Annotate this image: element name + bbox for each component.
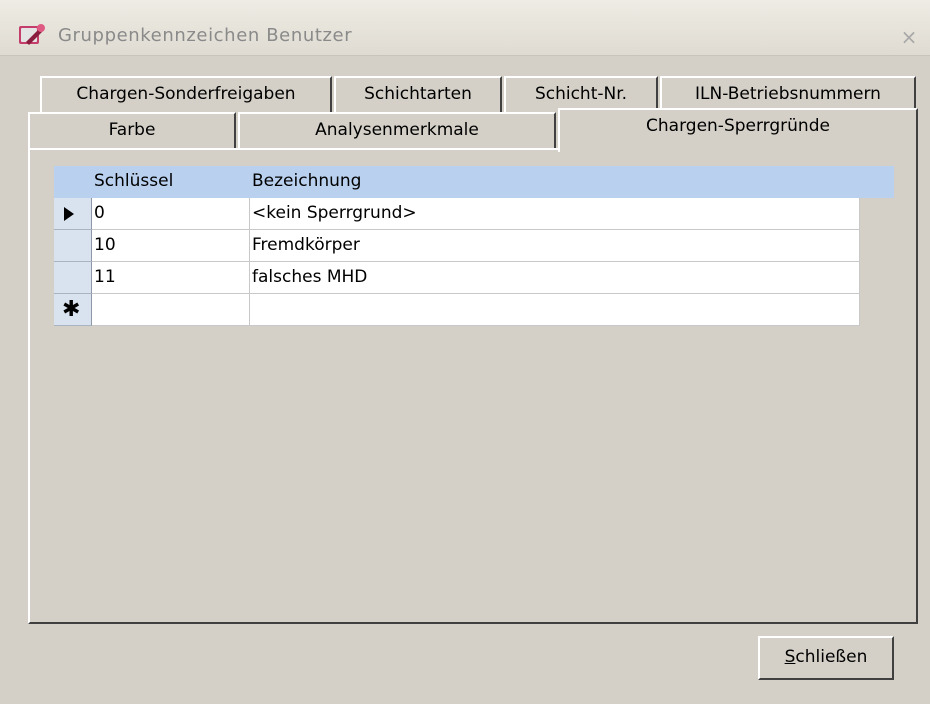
row-selector[interactable]: ✱	[54, 294, 92, 326]
column-header-filler	[860, 166, 894, 198]
close-button[interactable]: Schließen	[758, 636, 894, 680]
table-row: 11 falsches MHD	[54, 262, 894, 294]
cell-schluessel[interactable]: 0	[92, 198, 250, 230]
tab-schichtarten[interactable]: Schichtarten	[334, 76, 502, 112]
cell-schluessel-new[interactable]	[92, 294, 250, 326]
new-record-star-icon: ✱	[62, 297, 81, 322]
row-selector[interactable]	[54, 230, 92, 262]
table-row: 0 <kein Sperrgrund>	[54, 198, 894, 230]
dialog-window: Gruppenkennzeichen Benutzer × Chargen-So…	[0, 0, 930, 704]
tab-label: Schichtarten	[364, 84, 472, 104]
tab-chargen-sperrgruende[interactable]: Chargen-Sperrgründe	[558, 108, 918, 152]
tab-schicht-nr[interactable]: Schicht-Nr.	[504, 76, 658, 112]
row-selector[interactable]	[54, 198, 92, 230]
cell-bezeichnung-new[interactable]	[250, 294, 860, 326]
title-bar[interactable]: Gruppenkennzeichen Benutzer ×	[0, 0, 930, 56]
datasheet-grid: Schlüssel Bezeichnung 0 <kein Sperrgrund…	[54, 166, 894, 326]
cell-bezeichnung[interactable]: <kein Sperrgrund>	[250, 198, 860, 230]
close-icon[interactable]: ×	[898, 26, 920, 48]
close-button-label: chließen	[795, 647, 868, 667]
select-all-corner[interactable]	[54, 166, 92, 198]
current-row-arrow-icon	[64, 207, 74, 221]
close-button-accelerator: S	[784, 647, 796, 667]
tab-label: Schicht-Nr.	[534, 84, 628, 104]
cell-bezeichnung[interactable]: Fremdkörper	[250, 230, 860, 262]
tab-label: Chargen-Sperrgründe	[646, 116, 830, 136]
tab-label: Chargen-Sonderfreigaben	[76, 84, 296, 104]
grid-header-row: Schlüssel Bezeichnung	[54, 166, 894, 198]
tab-label: Analysenmerkmale	[315, 120, 479, 140]
cell-schluessel[interactable]: 11	[92, 262, 250, 294]
tab-analysenmerkmale[interactable]: Analysenmerkmale	[238, 112, 556, 148]
wrench-key-icon	[19, 24, 45, 45]
cell-bezeichnung[interactable]: falsches MHD	[250, 262, 860, 294]
row-selector[interactable]	[54, 262, 92, 294]
tab-label: ILN-Betriebsnummern	[695, 84, 881, 104]
column-header-bezeichnung[interactable]: Bezeichnung	[250, 166, 860, 198]
tab-chargen-sonderfreigaben[interactable]: Chargen-Sonderfreigaben	[40, 76, 332, 112]
tab-farbe[interactable]: Farbe	[28, 112, 236, 148]
window-title: Gruppenkennzeichen Benutzer	[58, 25, 353, 46]
cell-schluessel[interactable]: 10	[92, 230, 250, 262]
tab-label: Farbe	[108, 120, 156, 140]
table-row: 10 Fremdkörper	[54, 230, 894, 262]
new-record-row: ✱	[54, 294, 894, 326]
tab-iln-betriebsnummern[interactable]: ILN-Betriebsnummern	[660, 76, 916, 112]
tab-panel: Schlüssel Bezeichnung 0 <kein Sperrgrund…	[28, 148, 918, 624]
column-header-schluessel[interactable]: Schlüssel	[92, 166, 250, 198]
